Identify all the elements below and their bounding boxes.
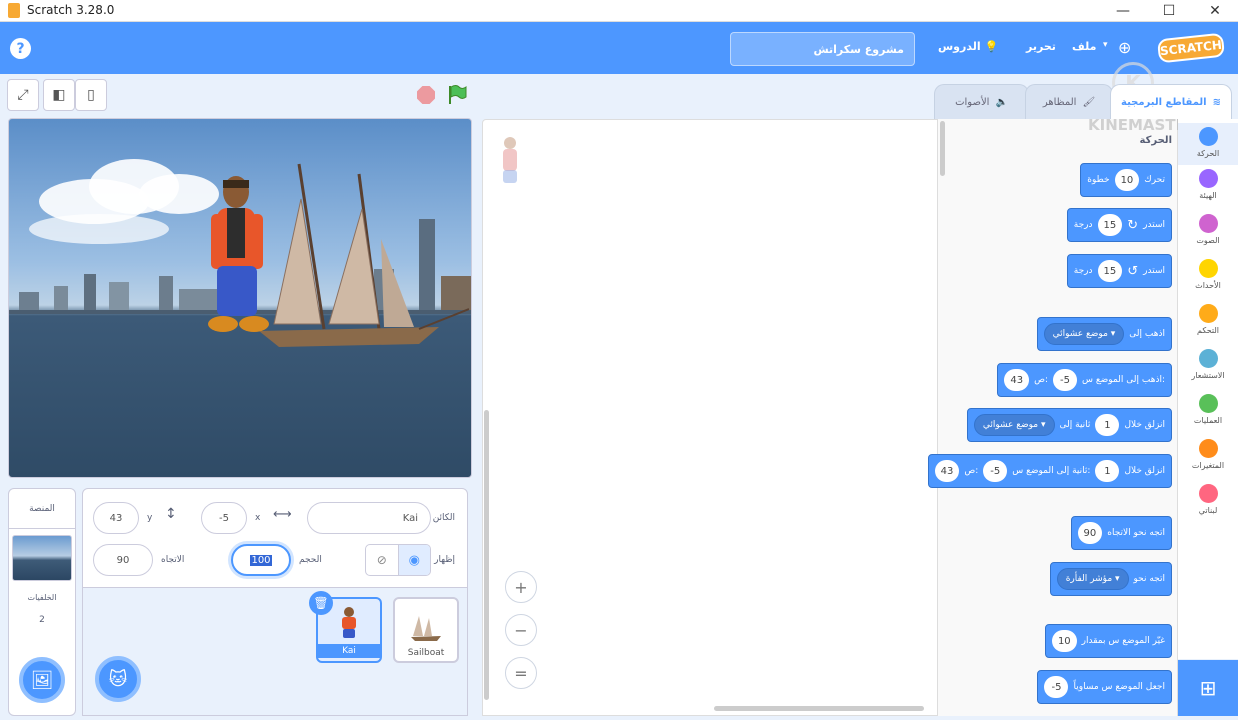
sprite-name-sailboat: Sailboat: [407, 648, 445, 658]
speaker-icon: 🔈: [995, 96, 1008, 108]
help-icon[interactable]: ?: [10, 38, 31, 59]
block-turn-right[interactable]: استدر ↻ 15 درجة: [1066, 208, 1172, 242]
rotate-left-icon: ↺: [1127, 263, 1139, 279]
stage-canvas[interactable]: [8, 118, 472, 478]
file-menu[interactable]: ملف: [1072, 40, 1096, 53]
vertical-scrollbar[interactable]: [484, 410, 489, 700]
delete-sprite-icon[interactable]: 🗑: [309, 591, 333, 615]
green-flag-icon[interactable]: [446, 84, 468, 106]
x-arrows-icon: ⟷: [273, 507, 292, 522]
sprite-name-kai: Kai: [318, 644, 380, 658]
category-menu: الحركة الهيئة الصوت الأحداث التحكم الاست…: [1178, 119, 1238, 659]
chevron-down-icon[interactable]: ▾: [1103, 40, 1108, 50]
size-label: الحجم: [299, 555, 322, 565]
category-events[interactable]: الأحداث: [1178, 259, 1238, 290]
category-motion[interactable]: الحركة: [1178, 123, 1238, 165]
block-turn-left[interactable]: استدر ↺ 15 درجة: [1066, 254, 1172, 288]
tab-code[interactable]: المقاطع البرمجية ≋: [1110, 84, 1232, 119]
backdrops-label: الخلفيات: [27, 593, 57, 602]
block-set-x[interactable]: اجعل الموضع س مساوياً -5: [1037, 670, 1172, 704]
zoom-reset-icon[interactable]: =: [505, 657, 537, 689]
category-my-blocks[interactable]: لبناتي: [1178, 484, 1238, 515]
code-workspace[interactable]: [482, 119, 938, 716]
tab-costumes[interactable]: المظاهر 🖌: [1025, 84, 1113, 119]
palette-section-title: الحركة: [1139, 135, 1173, 146]
backdrop-thumbnail[interactable]: [12, 535, 72, 581]
menu-bar: ? مشروع سكراتش الدروس 💡 تحرير ملف ▾ ⊕ K …: [0, 22, 1238, 104]
close-button[interactable]: ✕: [1192, 0, 1238, 22]
tab-sounds-label: الأصوات: [955, 96, 990, 108]
category-sound[interactable]: الصوت: [1178, 214, 1238, 245]
code-icon: ≋: [1212, 96, 1221, 108]
block-glide-to-random[interactable]: انزلق خلال 1 ثانية إلى موضع عشوائي ▾: [966, 408, 1172, 442]
large-stage-icon[interactable]: ▯: [75, 79, 107, 111]
block-point-towards[interactable]: اتجه نحو مؤشر الفأرة ▾: [1049, 562, 1172, 596]
stage-title: المنصة: [9, 489, 75, 529]
direction-label: الاتجاه: [161, 555, 185, 565]
scratch-logo[interactable]: SCRATCH: [1156, 32, 1226, 64]
tutorials-menu[interactable]: الدروس 💡: [938, 40, 998, 53]
sprite-card-sailboat[interactable]: Sailboat: [393, 597, 459, 663]
small-stage-icon[interactable]: ◧: [43, 79, 75, 111]
project-title-input[interactable]: مشروع سكراتش: [730, 32, 915, 66]
category-sensing[interactable]: الاستشعار: [1178, 349, 1238, 380]
category-looks[interactable]: الهيئة: [1178, 169, 1238, 200]
direction-input[interactable]: 90: [93, 544, 153, 576]
stage-selector-panel[interactable]: المنصة الخلفيات 2 🖼: [8, 488, 76, 716]
sprite-label: الكائن: [432, 513, 455, 523]
horizontal-scrollbar[interactable]: [714, 706, 924, 711]
backdrops-count: 2: [39, 615, 45, 625]
y-label: y: [147, 513, 153, 523]
zoom-in-icon[interactable]: +: [505, 571, 537, 603]
x-position-input[interactable]: -5: [201, 502, 247, 534]
sprite-list: Kai 🗑 Sailboat 🐱: [82, 588, 468, 716]
add-sprite-cat-icon[interactable]: 🐱: [95, 656, 141, 702]
window-titlebar: Scratch 3.28.0 — ☐ ✕: [0, 0, 1238, 22]
block-change-x[interactable]: غيّر الموضع س بمقدار 10: [1044, 624, 1172, 658]
category-operators[interactable]: العمليات: [1178, 394, 1238, 425]
category-variables[interactable]: المتغيرات: [1178, 439, 1238, 470]
block-glide-to-xy[interactable]: انزلق خلال 1 ثانية إلى الموضع س: -5 ص: 43: [927, 454, 1172, 488]
y-arrows-icon: ↕: [165, 506, 177, 522]
block-go-to-xy[interactable]: اذهب إلى الموضع س: -5 ص: 43: [997, 363, 1172, 397]
block-move-steps[interactable]: تحرك 10 خطوة: [1080, 163, 1172, 197]
rotate-right-icon: ↻: [1127, 217, 1139, 233]
brush-icon: 🖌: [1082, 96, 1096, 108]
edit-menu[interactable]: تحرير: [1026, 40, 1056, 53]
kai-thumbnail: [342, 607, 356, 638]
maximize-button[interactable]: ☐: [1146, 0, 1192, 22]
visibility-toggle: ⊘ ◉: [365, 544, 431, 576]
kai-sprite[interactable]: [199, 174, 274, 339]
sprite-thumbnail-ghost: [503, 137, 517, 183]
lightbulb-icon: 💡: [984, 40, 999, 53]
category-control[interactable]: التحكم: [1178, 304, 1238, 335]
y-position-input[interactable]: 43: [93, 502, 139, 534]
x-label: x: [255, 513, 261, 523]
hide-icon[interactable]: ⊘: [366, 545, 398, 575]
globe-icon[interactable]: ⊕: [1118, 38, 1131, 57]
tutorials-label: الدروس: [938, 40, 981, 53]
tab-costumes-label: المظاهر: [1042, 96, 1077, 108]
stop-icon[interactable]: [417, 86, 435, 104]
block-point-in-direction[interactable]: اتجه نحو الاتجاه 90: [1070, 516, 1172, 550]
size-value: 100: [250, 554, 272, 566]
size-input[interactable]: 100: [231, 544, 291, 576]
block-go-to-random[interactable]: اذهب إلى موضع عشوائي ▾: [1036, 317, 1172, 351]
zoom-out-icon[interactable]: −: [505, 614, 537, 646]
palette-scrollbar[interactable]: [940, 121, 945, 176]
sprite-name-input[interactable]: Kai: [307, 502, 431, 534]
minimize-button[interactable]: —: [1100, 0, 1146, 22]
add-backdrop-icon[interactable]: 🖼: [19, 657, 65, 703]
show-label: إظهار: [434, 555, 455, 565]
add-extension-icon[interactable]: ⊞: [1178, 660, 1238, 716]
fullscreen-icon[interactable]: ⤢: [7, 79, 39, 111]
app-icon: [8, 3, 20, 18]
sailboat-thumbnail: [411, 616, 441, 641]
show-eye-icon[interactable]: ◉: [397, 545, 430, 575]
sprite-info-panel: الكائن Kai ⟷ x -5 ↕ y 43 إظهار ⊘ ◉ الحجم…: [82, 488, 468, 588]
tab-code-label: المقاطع البرمجية: [1121, 96, 1207, 108]
tab-sounds[interactable]: الأصوات 🔈: [934, 84, 1029, 119]
window-title: Scratch 3.28.0: [27, 3, 115, 17]
